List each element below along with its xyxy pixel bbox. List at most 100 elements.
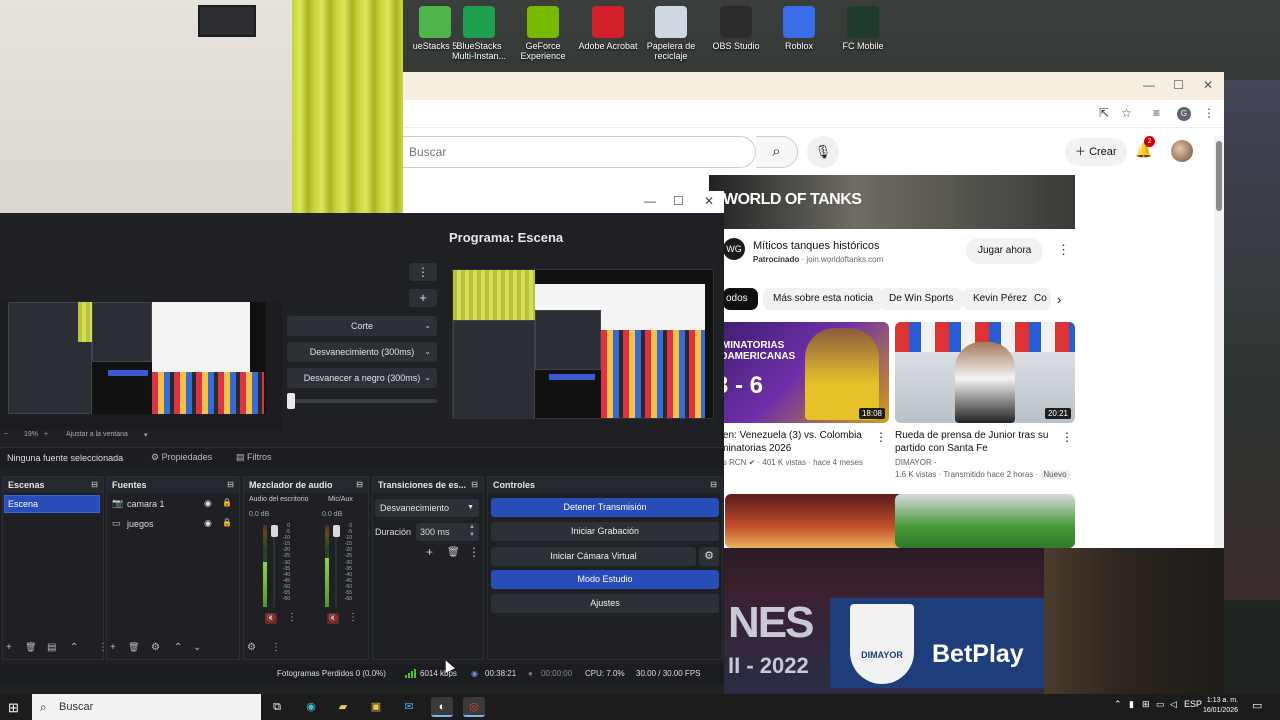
- mail-icon[interactable]: ✉: [398, 697, 420, 717]
- taskbar-app-icon[interactable]: ⊞: [1142, 699, 1150, 710]
- t-bar-handle[interactable]: [287, 393, 295, 409]
- transition-add-button[interactable]: +: [409, 289, 437, 307]
- spin-arrows-icon[interactable]: ▲ ▼: [469, 523, 475, 539]
- video-menu-icon[interactable]: ⋮: [875, 430, 887, 444]
- transition-quick-fade[interactable]: Desvanecimiento (300ms) ⌄: [287, 342, 437, 362]
- obs-close-button[interactable]: ✕: [704, 194, 714, 208]
- ad-channel-avatar[interactable]: WG: [723, 238, 745, 260]
- video-thumbnail[interactable]: [895, 494, 1075, 548]
- chrome-scrollbar[interactable]: [1214, 136, 1224, 548]
- trash-icon[interactable]: 🗑: [447, 547, 460, 558]
- volume-fader-knob[interactable]: [270, 525, 278, 537]
- move-up-icon[interactable]: ⌃: [70, 642, 78, 653]
- profile-avatar-icon[interactable]: G: [1177, 107, 1191, 121]
- chip-more-news[interactable]: Más sobre esta noticia: [763, 288, 884, 310]
- video-thumbnail[interactable]: LIMINATORIAS UDAMERICANAS 3 - 6 18:08: [709, 322, 889, 423]
- source-item[interactable]: 📷 camara 1 ◉ 🔒: [112, 497, 237, 513]
- properties-button[interactable]: ⚙ Propiedades: [151, 452, 212, 463]
- desktop-icon[interactable]: OBS Studio: [705, 6, 767, 51]
- desktop-icon[interactable]: GeForce Experience: [512, 6, 574, 61]
- video-menu-icon[interactable]: ⋮: [1061, 430, 1073, 444]
- chrome-taskbar-icon[interactable]: ◎: [463, 697, 485, 717]
- chevron-right-icon[interactable]: ›: [1057, 292, 1061, 307]
- video-card[interactable]: LIMINATORIAS UDAMERICANAS 3 - 6 18:08 um…: [709, 322, 889, 469]
- add-transition-icon[interactable]: +: [426, 545, 433, 559]
- avatar[interactable]: [1171, 140, 1193, 162]
- studio-preview[interactable]: [8, 302, 266, 414]
- video-thumbnail[interactable]: [725, 494, 905, 548]
- dock-undock-icon[interactable]: ⊟: [227, 477, 234, 493]
- youtube-video-player-area[interactable]: NES II - 2022 DIMAYOR BetPlay: [724, 548, 1224, 694]
- move-down-icon[interactable]: ⌄: [193, 642, 201, 653]
- ad-banner[interactable]: WORLD OF TANKS: [709, 175, 1075, 229]
- obs-minimize-button[interactable]: —: [644, 194, 656, 208]
- desktop-icon[interactable]: Roblox: [768, 6, 830, 51]
- lock-icon[interactable]: 🔒: [222, 498, 232, 507]
- microphone-icon[interactable]: ▮: [1129, 699, 1134, 710]
- volume-fader-track[interactable]: [335, 525, 337, 607]
- windows-start-icon[interactable]: ⊞: [8, 700, 19, 716]
- obs-maximize-button[interactable]: ☐: [673, 194, 684, 208]
- transition-quick-cut[interactable]: Corte ⌄: [287, 316, 437, 336]
- tray-chevron-icon[interactable]: ⌃: [1114, 699, 1122, 710]
- scene-item[interactable]: Escena: [4, 495, 100, 513]
- move-up-icon[interactable]: ⌃: [174, 642, 182, 653]
- network-icon[interactable]: ▭: [1156, 699, 1165, 710]
- mute-speaker-icon[interactable]: 🔇: [265, 613, 277, 624]
- chip-kevin-perez[interactable]: Kevin Pérez: [963, 288, 1037, 310]
- task-view-icon[interactable]: ⧉: [266, 697, 288, 717]
- desktop-icon[interactable]: FC Mobile: [832, 6, 894, 51]
- source-item[interactable]: ▭ juegos ◉ 🔒: [112, 517, 237, 533]
- chip-win-sports[interactable]: De Win Sports: [879, 288, 964, 310]
- chrome-maximize-button[interactable]: ☐: [1173, 78, 1184, 92]
- chrome-close-button[interactable]: ✕: [1203, 78, 1213, 92]
- dock-undock-icon[interactable]: ⊟: [471, 477, 478, 493]
- remove-source-icon[interactable]: 🗑: [128, 642, 139, 653]
- dock-undock-icon[interactable]: ⊟: [91, 477, 98, 493]
- scenes-more-icon[interactable]: ⋮: [98, 642, 108, 653]
- obs-taskbar-icon[interactable]: ◐: [431, 697, 453, 717]
- extensions-icon[interactable]: ≡: [1153, 106, 1160, 120]
- file-explorer-icon[interactable]: ▰: [332, 697, 354, 717]
- t-bar-slider[interactable]: [287, 399, 437, 403]
- clock[interactable]: 1:13 a. m. 16/01/2026: [1196, 696, 1238, 716]
- chip-all[interactable]: odos: [723, 288, 758, 310]
- mixer-menu-icon[interactable]: ⋮: [348, 612, 358, 623]
- settings-button[interactable]: Ajustes: [491, 594, 719, 613]
- zoom-dropdown-icon[interactable]: ▾: [144, 431, 148, 439]
- remove-scene-icon[interactable]: 🗑: [25, 642, 36, 653]
- zoom-level[interactable]: 19%: [24, 431, 38, 438]
- store-icon[interactable]: ▣: [365, 697, 387, 717]
- volume-fader-track[interactable]: [273, 525, 275, 607]
- desktop-icon[interactable]: Papelera de reciclaje: [640, 6, 702, 61]
- transition-menu-button[interactable]: ⋮: [409, 263, 437, 281]
- transition-more-icon[interactable]: ⋮: [468, 545, 480, 559]
- ad-title[interactable]: Míticos tanques históricos: [753, 240, 880, 252]
- volume-icon[interactable]: ◁: [1170, 699, 1177, 710]
- desktop-icon[interactable]: BlueStacks Multi-Instan...: [448, 6, 510, 61]
- video-thumbnail[interactable]: 20:21: [895, 322, 1075, 423]
- search-icon[interactable]: ⌕: [756, 136, 798, 168]
- notifications-icon[interactable]: ▭: [1252, 699, 1262, 712]
- transition-select[interactable]: Desvanecimiento ▼: [375, 499, 479, 517]
- mixer-menu-icon[interactable]: ⋮: [287, 612, 297, 623]
- eye-icon[interactable]: ◉: [204, 498, 212, 509]
- video-channel[interactable]: DIMAYOR: [895, 458, 932, 467]
- virtual-camera-settings-icon[interactable]: ⚙: [699, 547, 719, 566]
- transition-quick-fade-black[interactable]: Desvanecer a negro (300ms) ⌄: [287, 368, 437, 388]
- edge-icon[interactable]: ◉: [300, 697, 322, 717]
- bookmark-star-icon[interactable]: ☆: [1121, 106, 1132, 120]
- dock-undock-icon[interactable]: ⊟: [710, 477, 717, 493]
- zoom-fit[interactable]: Ajustar a la ventana: [66, 431, 128, 438]
- ad-cta-button[interactable]: Jugar ahora: [966, 238, 1044, 264]
- chrome-menu-icon[interactable]: ⋮: [1203, 106, 1215, 120]
- scene-filters-icon[interactable]: ▤: [47, 642, 56, 653]
- filters-button[interactable]: ▤ Filtros: [236, 452, 272, 463]
- source-settings-icon[interactable]: ⚙: [151, 642, 160, 653]
- zoom-in-button[interactable]: +: [44, 431, 48, 438]
- dock-undock-icon[interactable]: ⊟: [356, 477, 363, 493]
- mixer-more-icon[interactable]: ⋮: [271, 642, 281, 653]
- video-card[interactable]: 20:21 Rueda de prensa de Junior tras su p…: [895, 322, 1075, 481]
- add-source-icon[interactable]: +: [110, 642, 116, 653]
- chrome-minimize-button[interactable]: —: [1143, 78, 1155, 92]
